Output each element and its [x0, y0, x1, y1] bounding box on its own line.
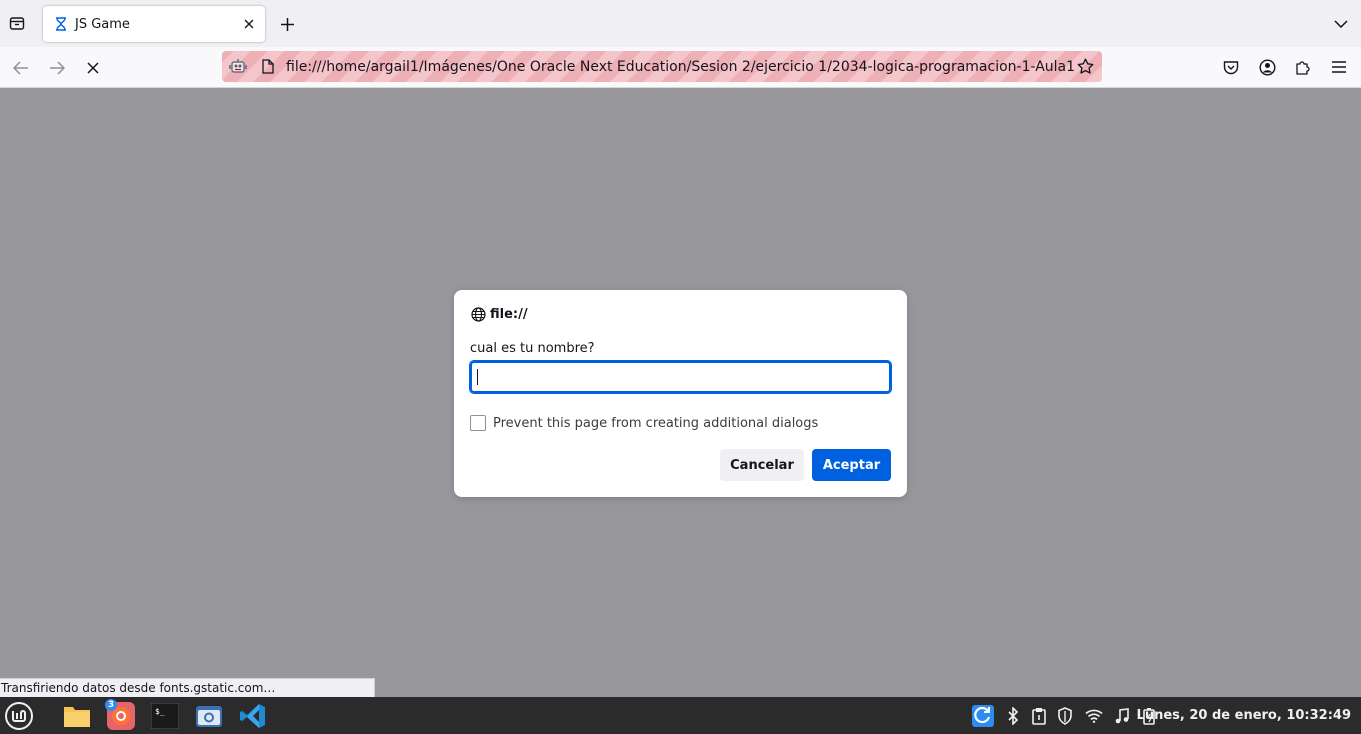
page-icon[interactable]: [260, 59, 276, 75]
dialog-header: file://: [470, 306, 528, 322]
firefox-icon[interactable]: 3: [105, 699, 137, 732]
text-caret: [477, 369, 478, 385]
url-text[interactable]: file:///home/argail1/Imágenes/One Oracle…: [286, 59, 1074, 75]
notification-badge: 3: [105, 699, 117, 711]
firefox-view-icon[interactable]: [6, 12, 28, 34]
close-tab-icon[interactable]: [237, 12, 261, 36]
forward-arrow-icon[interactable]: [44, 55, 70, 81]
stop-loading-icon[interactable]: [80, 55, 106, 81]
dialog-origin: file://: [490, 306, 528, 322]
tab-js-game[interactable]: JS Game: [43, 6, 265, 42]
camera-icon[interactable]: [193, 700, 225, 732]
music-note-icon[interactable]: [1112, 706, 1132, 726]
pocket-icon[interactable]: [1220, 56, 1242, 78]
hamburger-menu-icon[interactable]: [1328, 56, 1350, 78]
remote-control-robot-icon[interactable]: [228, 57, 248, 77]
terminal-icon[interactable]: $_: [149, 700, 181, 732]
vscode-icon[interactable]: [237, 700, 269, 732]
list-all-tabs-chevron-down-icon[interactable]: [1329, 12, 1353, 36]
globe-icon: [470, 306, 486, 322]
wifi-icon[interactable]: [1084, 706, 1104, 726]
bookmark-star-icon[interactable]: [1076, 57, 1094, 75]
address-bar[interactable]: file:///home/argail1/Imágenes/One Oracle…: [222, 51, 1102, 82]
clipboard-icon[interactable]: [1029, 706, 1049, 726]
taskbar: 3 $_ Lunes, 20 de enero, 10:32:49: [0, 697, 1361, 734]
navigation-toolbar: file:///home/argail1/Imágenes/One Oracle…: [0, 47, 1361, 88]
prompt-dialog: file:// cual es tu nombre? Prevent this …: [454, 290, 907, 497]
shield-icon[interactable]: [1055, 706, 1075, 726]
update-manager-icon[interactable]: [971, 704, 995, 728]
new-tab-button[interactable]: [275, 12, 299, 36]
prevent-dialogs-checkbox[interactable]: [470, 415, 486, 431]
bluetooth-icon[interactable]: [1003, 706, 1023, 726]
back-arrow-icon[interactable]: [8, 55, 34, 81]
account-icon[interactable]: [1256, 56, 1278, 78]
cancel-button[interactable]: Cancelar: [720, 449, 804, 481]
status-panel: Transfiriendo datos desde fonts.gstatic.…: [0, 678, 375, 697]
prompt-input[interactable]: [469, 360, 892, 394]
extensions-puzzle-icon[interactable]: [1292, 56, 1314, 78]
tab-strip: JS Game: [0, 0, 1361, 47]
clock[interactable]: Lunes, 20 de enero, 10:32:49: [1137, 708, 1351, 723]
hourglass-icon: [53, 16, 69, 32]
tab-title: JS Game: [75, 16, 130, 32]
svg-text:$_: $_: [155, 707, 165, 716]
prevent-dialogs-row[interactable]: Prevent this page from creating addition…: [470, 415, 818, 431]
ok-button[interactable]: Aceptar: [812, 449, 891, 481]
folder-icon[interactable]: [61, 700, 93, 732]
dialog-message: cual es tu nombre?: [470, 341, 595, 356]
prevent-dialogs-label[interactable]: Prevent this page from creating addition…: [493, 416, 818, 431]
mint-menu-icon[interactable]: [3, 700, 35, 732]
